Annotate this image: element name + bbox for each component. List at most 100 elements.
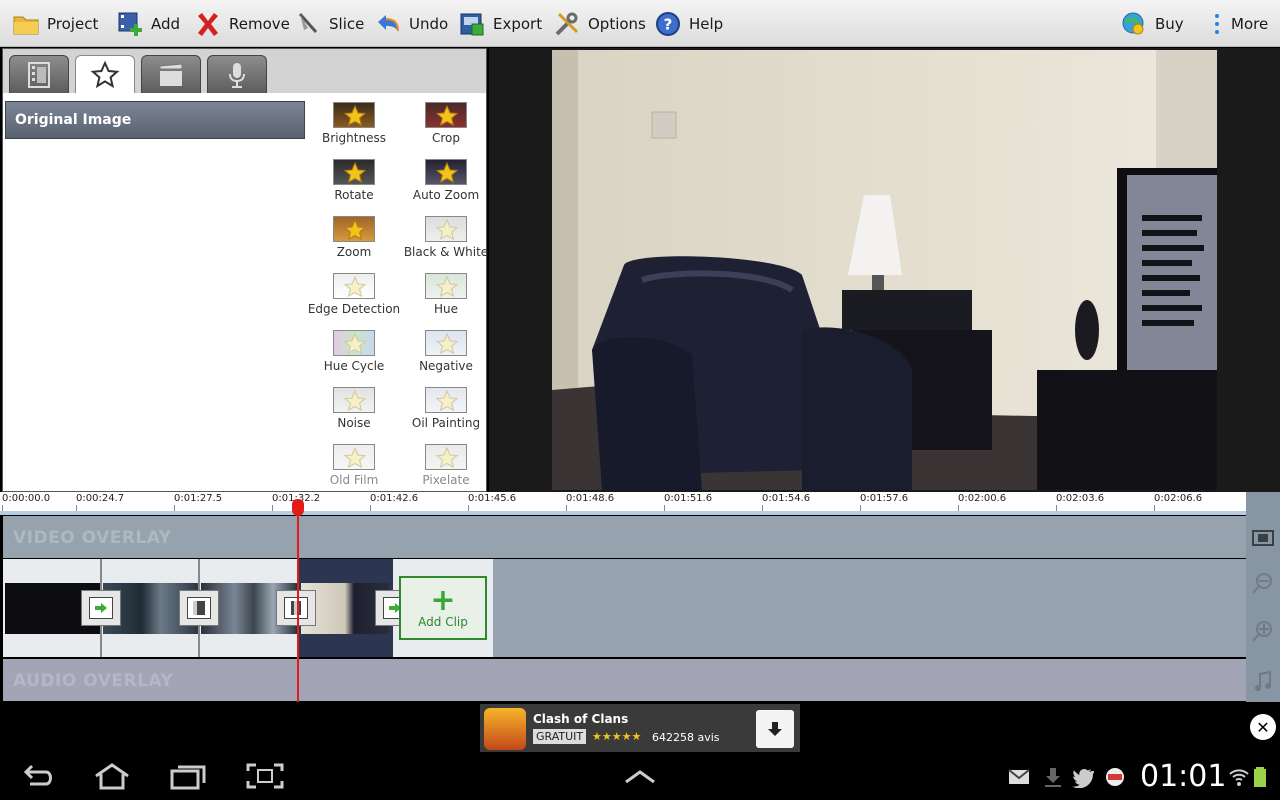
clapperboard-icon: [159, 62, 183, 86]
effect-item[interactable]: Rotate: [308, 156, 400, 212]
ad-title: Clash of Clans: [533, 712, 629, 726]
preview-frame[interactable]: [552, 50, 1217, 490]
effect-item[interactable]: Pixelate: [400, 441, 492, 497]
timeline-ruler[interactable]: 0:00:00.00:00:24.70:01:27.50:01:32.20:01…: [0, 492, 1246, 515]
effects-panel: Original Image Brightness Crop Rotate Auto …: [2, 48, 488, 492]
tab-transitions[interactable]: [141, 55, 201, 93]
app-window: Project Add Remove Slice Undo Export Opt…: [0, 0, 1280, 800]
music-note-icon[interactable]: [1250, 668, 1276, 694]
gmail-icon: [1008, 769, 1030, 784]
effect-item[interactable]: Hue Cycle: [308, 327, 400, 383]
effect-label: Hue: [433, 302, 458, 316]
effect-label: Auto Zoom: [412, 188, 480, 202]
effect-item[interactable]: Negative: [400, 327, 492, 383]
tab-effects[interactable]: [75, 55, 135, 93]
ruler-tick-label: 0:01:54.6: [762, 493, 811, 511]
remove-button[interactable]: Remove: [194, 0, 290, 47]
svg-text:?: ?: [664, 15, 673, 33]
toolbar: Project Add Remove Slice Undo Export Opt…: [0, 0, 1280, 47]
options-button[interactable]: Options: [553, 0, 646, 47]
effect-star-icon: [333, 387, 375, 413]
tab-audio[interactable]: [207, 55, 267, 93]
effect-star-icon: [333, 444, 375, 470]
more-button[interactable]: More: [1210, 0, 1268, 47]
export-button[interactable]: Export: [458, 0, 542, 47]
add-film-icon: [118, 12, 142, 36]
transition-split[interactable]: [276, 590, 316, 626]
ruler-tick-label: 0:00:24.7: [76, 493, 125, 511]
effect-item[interactable]: Oil Painting: [400, 384, 492, 440]
effect-star-icon: [425, 102, 467, 128]
effect-item[interactable]: Black & White: [400, 213, 492, 269]
ruler-tick-label: 0:01:42.6: [370, 493, 419, 511]
more-dots-icon: [1215, 13, 1219, 34]
clock: 01:01: [1140, 759, 1227, 794]
slice-icon: [298, 12, 318, 33]
effect-star-icon: [425, 444, 467, 470]
effect-item[interactable]: Hue: [400, 270, 492, 326]
transition-slide-1[interactable]: [81, 590, 121, 626]
clip-track: + Add Clip: [3, 559, 1246, 657]
home-icon[interactable]: [92, 762, 132, 790]
undo-arrow-icon: [378, 14, 399, 31]
effect-item[interactable]: Noise: [308, 384, 400, 440]
screenshot-icon[interactable]: [245, 762, 285, 790]
video-preview: [489, 48, 1280, 492]
buy-button[interactable]: Buy: [1120, 0, 1184, 47]
ad-download-button[interactable]: [756, 710, 794, 748]
twitter-icon: [1072, 769, 1094, 788]
video-overlay-track[interactable]: VIDEO OVERLAY: [3, 516, 1246, 558]
recent-apps-icon[interactable]: [168, 762, 208, 790]
chevron-up-icon[interactable]: [620, 762, 660, 790]
download-arrow-icon: [768, 722, 782, 736]
ruler-tick-label: 0:01:27.5: [174, 493, 223, 511]
zoom-in-icon[interactable]: [1250, 618, 1276, 644]
effect-item[interactable]: Old Film: [308, 441, 400, 497]
star-icon: [90, 60, 120, 88]
zoom-out-icon[interactable]: [1250, 570, 1276, 596]
wifi-icon: [1229, 769, 1249, 786]
audio-overlay-track[interactable]: AUDIO OVERLAY: [3, 659, 1246, 701]
add-clip-button[interactable]: + Add Clip: [399, 576, 487, 640]
effect-item[interactable]: Zoom: [308, 213, 400, 269]
playhead-handle[interactable]: [292, 499, 304, 516]
export-icon: [460, 13, 484, 35]
effect-label: Pixelate: [422, 473, 470, 487]
slice-button[interactable]: Slice: [294, 0, 364, 47]
original-image-item[interactable]: Original Image: [5, 101, 305, 139]
ruler-tick-label: 0:01:48.6: [566, 493, 615, 511]
effect-item[interactable]: Crop: [400, 99, 492, 155]
app-notification-icon: [1106, 768, 1124, 786]
ruler-tick-label: 0:02:03.6: [1056, 493, 1105, 511]
transition-wipe[interactable]: [179, 590, 219, 626]
back-icon[interactable]: [18, 762, 58, 790]
add-button[interactable]: Add: [116, 0, 180, 47]
effect-star-icon: [425, 216, 467, 242]
effect-item[interactable]: Auto Zoom: [400, 156, 492, 212]
effect-star-icon: [425, 159, 467, 185]
effect-star-icon: [333, 159, 375, 185]
ruler-tick-label: 0:01:51.6: [664, 493, 713, 511]
split-icon: [291, 601, 301, 615]
fit-timeline-icon[interactable]: [1250, 525, 1276, 551]
undo-button[interactable]: Undo: [374, 0, 448, 47]
ruler-tick-label: 0:02:06.6: [1154, 493, 1203, 511]
tab-clip-film[interactable]: [9, 55, 69, 93]
panel-tabs: [3, 49, 486, 93]
help-button[interactable]: ? Help: [654, 0, 723, 47]
effect-star-icon: [333, 273, 375, 299]
room-scene-image: [552, 50, 1217, 490]
effect-star-icon: [425, 387, 467, 413]
effect-item[interactable]: Brightness: [308, 99, 400, 155]
film-strip-icon: [28, 61, 50, 88]
project-button[interactable]: Project: [12, 0, 98, 47]
effect-star-icon: [425, 273, 467, 299]
buy-globe-icon: [1122, 12, 1144, 34]
ruler-tick-label: 0:01:57.6: [860, 493, 909, 511]
download-status-icon: [1045, 768, 1061, 787]
ad-close-button[interactable]: ✕: [1250, 714, 1276, 740]
video-overlay-label: VIDEO OVERLAY: [13, 528, 172, 548]
effect-label: Edge Detection: [307, 302, 401, 316]
ad-banner[interactable]: Clash of Clans GRATUIT ★★★★★ 642258 avis: [480, 704, 800, 752]
effect-item[interactable]: Edge Detection: [308, 270, 400, 326]
